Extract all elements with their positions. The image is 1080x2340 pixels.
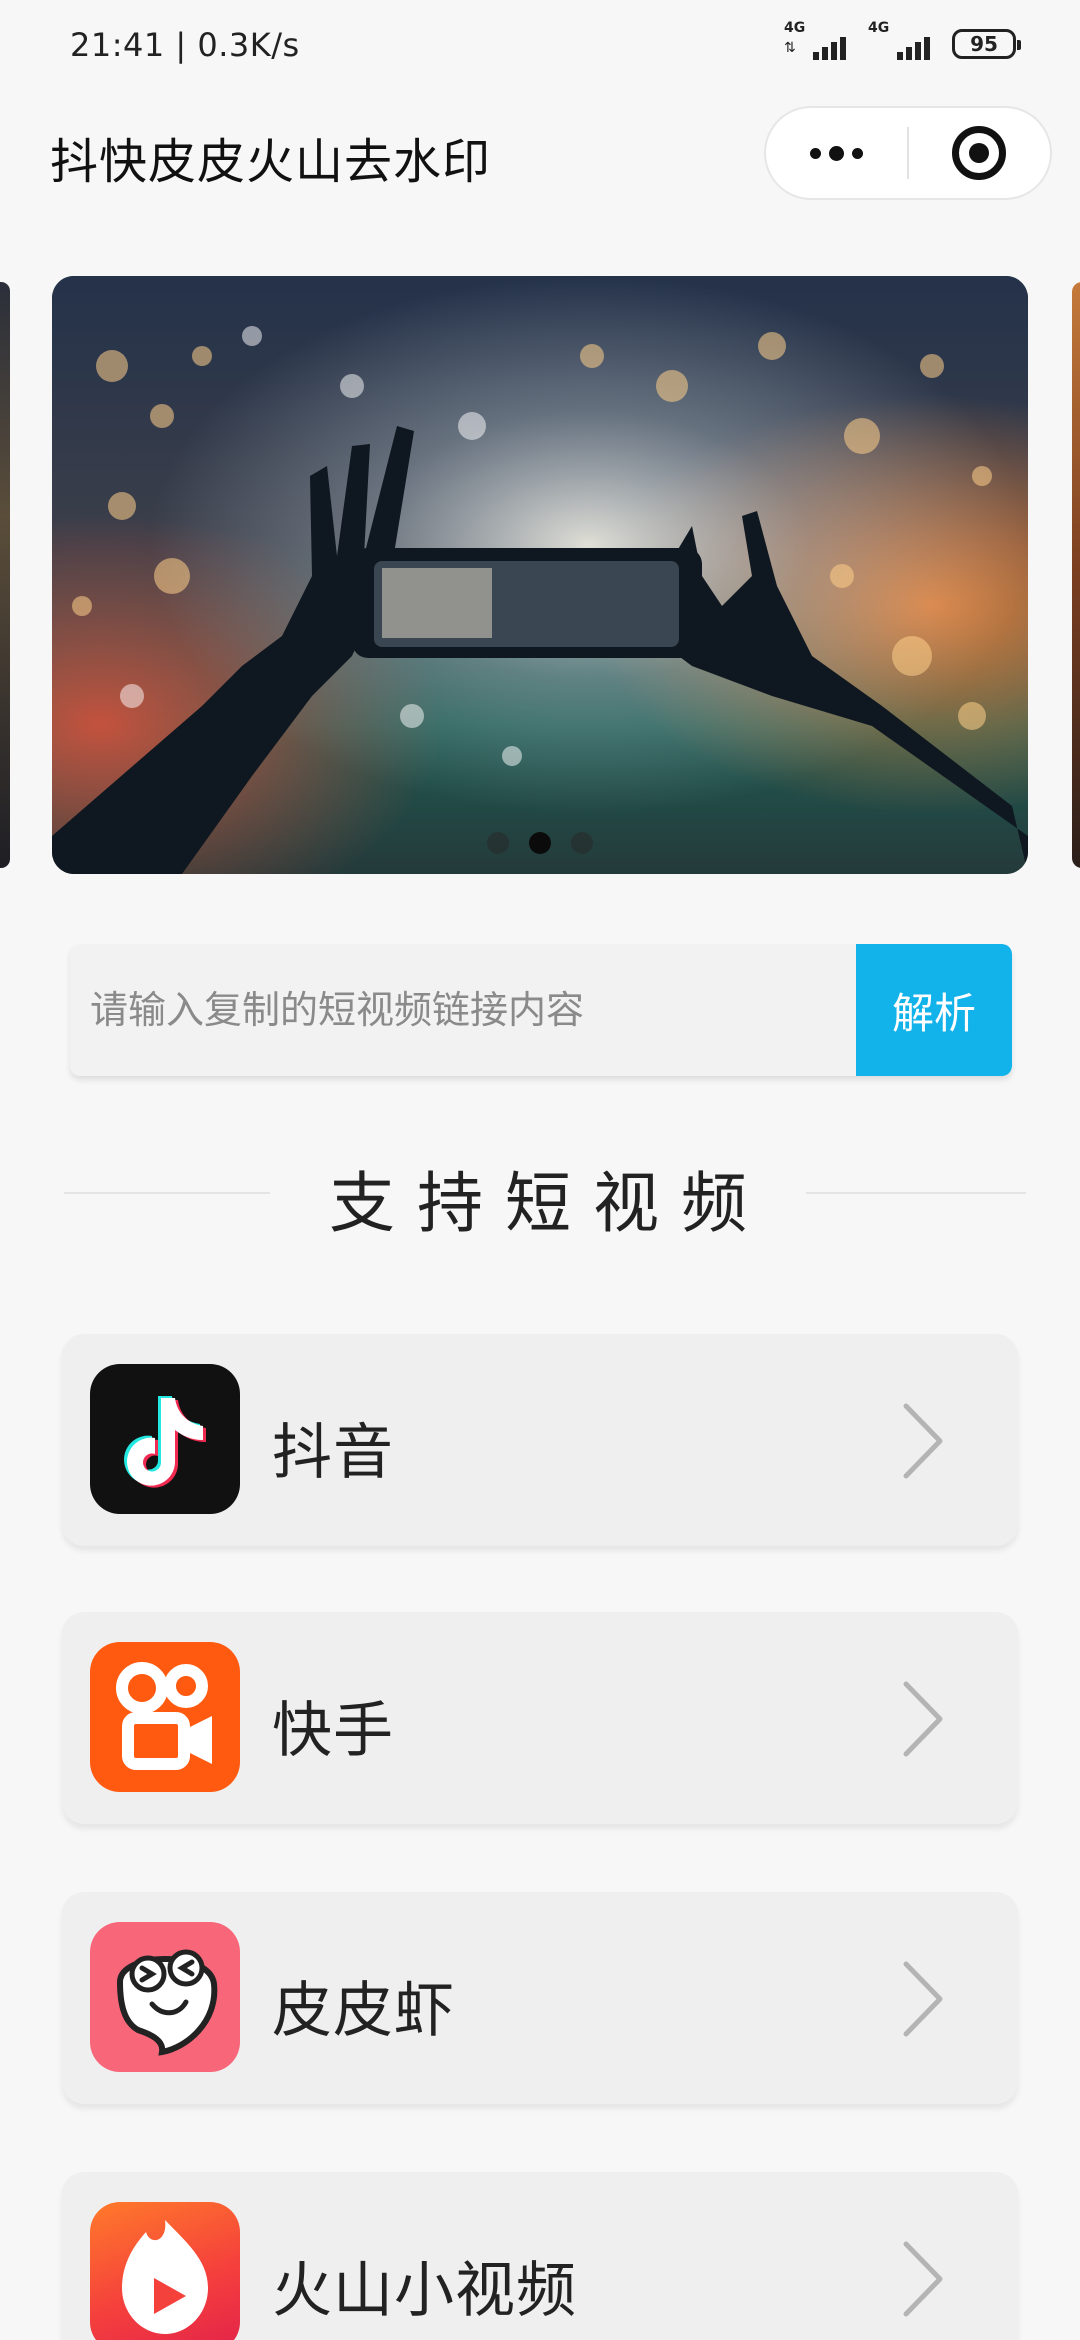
parse-button[interactable]: 解析: [856, 944, 1012, 1076]
status-time-speed: 21:41 | 0.3K/s: [70, 26, 300, 64]
battery-level: 95: [970, 32, 998, 56]
status-bar: 21:41 | 0.3K/s 4G ⇅ 4G 95: [0, 0, 1080, 96]
miniprogram-capsule: [764, 106, 1052, 200]
chevron-right-icon: [903, 2241, 943, 2317]
platform-item-pipixia[interactable]: 皮皮虾: [62, 1892, 1018, 2104]
carousel-prev-slide[interactable]: [0, 282, 10, 868]
pipixia-logo-icon: [90, 1922, 240, 2072]
more-dots-icon: [810, 145, 863, 161]
platform-item-kuaishou[interactable]: 快手: [62, 1612, 1018, 1824]
link-input-row: 解析: [70, 944, 1012, 1076]
carousel-next-slide[interactable]: [1072, 282, 1080, 868]
divider-left: [64, 1192, 270, 1194]
divider-right: [806, 1192, 1026, 1194]
target-circle-icon: [952, 126, 1007, 180]
platform-label: 火山小视频: [272, 2256, 577, 2326]
data-arrows-icon: ⇅: [784, 40, 796, 56]
chevron-right-icon: [903, 1961, 943, 2037]
network-type-1: 4G: [784, 20, 806, 36]
douyin-logo-icon: [90, 1364, 240, 1514]
platform-item-douyin[interactable]: 抖音: [62, 1334, 1018, 1546]
signal-icon: 4G ⇅: [784, 20, 846, 62]
battery-icon: 95: [952, 29, 1021, 59]
platform-label: 皮皮虾: [272, 1976, 455, 2046]
huoshan-logo-icon: [90, 2202, 240, 2340]
chevron-right-icon: [903, 1403, 943, 1479]
carousel-dot-active[interactable]: [529, 832, 551, 854]
status-indicators: 4G ⇅ 4G 95: [784, 20, 1021, 62]
carousel-dot[interactable]: [571, 832, 593, 854]
kuaishou-logo-icon: [90, 1642, 240, 1792]
platform-label: 抖音: [272, 1418, 394, 1488]
banner-carousel[interactable]: [52, 276, 1028, 874]
page-title: 抖快皮皮火山去水印: [50, 134, 492, 190]
chevron-right-icon: [903, 1681, 943, 1757]
section-title: 支持短视频: [329, 1165, 769, 1242]
carousel-indicators: [52, 832, 1028, 854]
video-link-input[interactable]: [70, 944, 856, 1076]
network-type-2: 4G: [868, 20, 890, 36]
banner-image: [52, 276, 1028, 874]
platform-label: 快手: [272, 1696, 394, 1766]
more-button[interactable]: [766, 108, 907, 198]
carousel-dot[interactable]: [487, 832, 509, 854]
close-miniprogram-button[interactable]: [909, 108, 1050, 198]
signal-icon-2: 4G: [868, 20, 930, 62]
platform-item-huoshan[interactable]: 火山小视频: [62, 2172, 1018, 2340]
